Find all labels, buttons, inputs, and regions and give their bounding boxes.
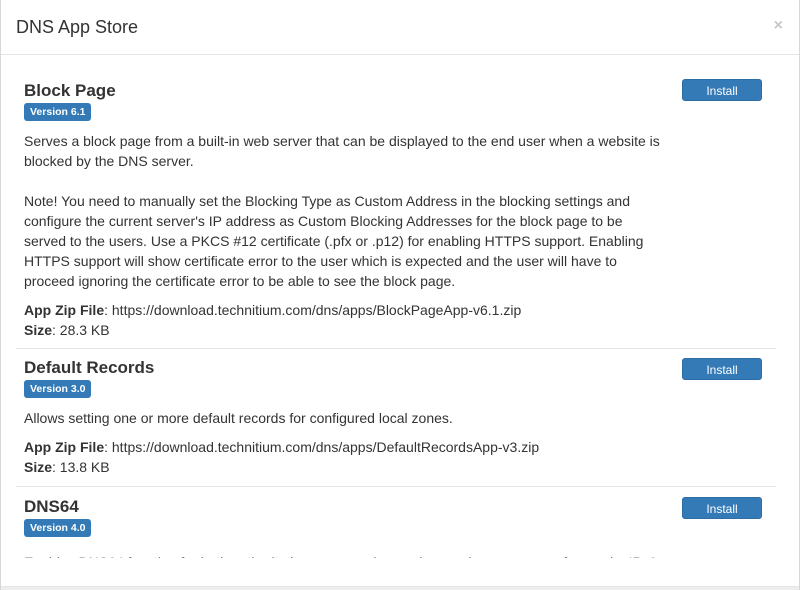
app-description: Enables DNS64 function for both authorit…: [24, 546, 666, 558]
size-label: Size: [24, 459, 53, 475]
app-description: Allows setting one or more default recor…: [24, 410, 453, 426]
clipped-description: Enables DNS64 function for both authorit…: [24, 546, 666, 558]
install-button[interactable]: Install: [682, 79, 762, 101]
zip-file-label: App Zip File: [24, 439, 105, 455]
zip-file-label: App Zip File: [24, 302, 105, 318]
zip-file-row: App Zip File: https://download.technitiu…: [24, 439, 540, 455]
size-row: Size: 13.8 KB: [24, 459, 110, 475]
zip-file-row: App Zip File: https://download.technitiu…: [24, 302, 522, 318]
app-description: Serves a block page from a built-in web …: [24, 133, 660, 169]
app-item-default-records: Default Records Version 3.0 Allows setti…: [16, 349, 776, 487]
zip-file-url: https://download.technitium.com/dns/apps…: [111, 302, 522, 318]
app-meta: App Zip File: https://download.technitiu…: [24, 300, 666, 340]
app-title: Default Records: [24, 358, 155, 377]
app-title: DNS64: [24, 497, 79, 516]
install-button[interactable]: Install: [682, 497, 762, 519]
app-note: Note! You need to manually set the Block…: [24, 193, 644, 289]
close-icon[interactable]: ×: [774, 17, 783, 35]
app-item-block-page: Block Page Version 6.1 Serves a block pa…: [16, 56, 776, 349]
dialog-header: DNS App Store ×: [1, 0, 799, 55]
app-item-dns64: DNS64 Version 4.0 Enables DNS64 function…: [16, 487, 776, 558]
size-value: 13.8 KB: [59, 459, 110, 475]
app-meta: App Zip File: https://download.technitiu…: [24, 437, 666, 477]
size-row: Size: 28.3 KB: [24, 322, 110, 338]
version-badge: Version 3.0: [24, 380, 92, 398]
app-list[interactable]: Block Page Version 6.1 Serves a block pa…: [1, 56, 799, 590]
install-button[interactable]: Install: [682, 358, 762, 380]
app-title: Block Page: [24, 81, 116, 100]
dialog-bottom-divider: [1, 586, 799, 590]
zip-file-url: https://download.technitium.com/dns/apps…: [111, 439, 540, 455]
version-badge: Version 4.0: [24, 519, 92, 537]
version-badge: Version 6.1: [24, 103, 92, 121]
size-value: 28.3 KB: [59, 322, 110, 338]
dialog-title: DNS App Store: [16, 17, 139, 37]
dns-app-store-dialog: DNS App Store × Block Page Version 6.1 S…: [0, 0, 800, 590]
size-label: Size: [24, 322, 53, 338]
